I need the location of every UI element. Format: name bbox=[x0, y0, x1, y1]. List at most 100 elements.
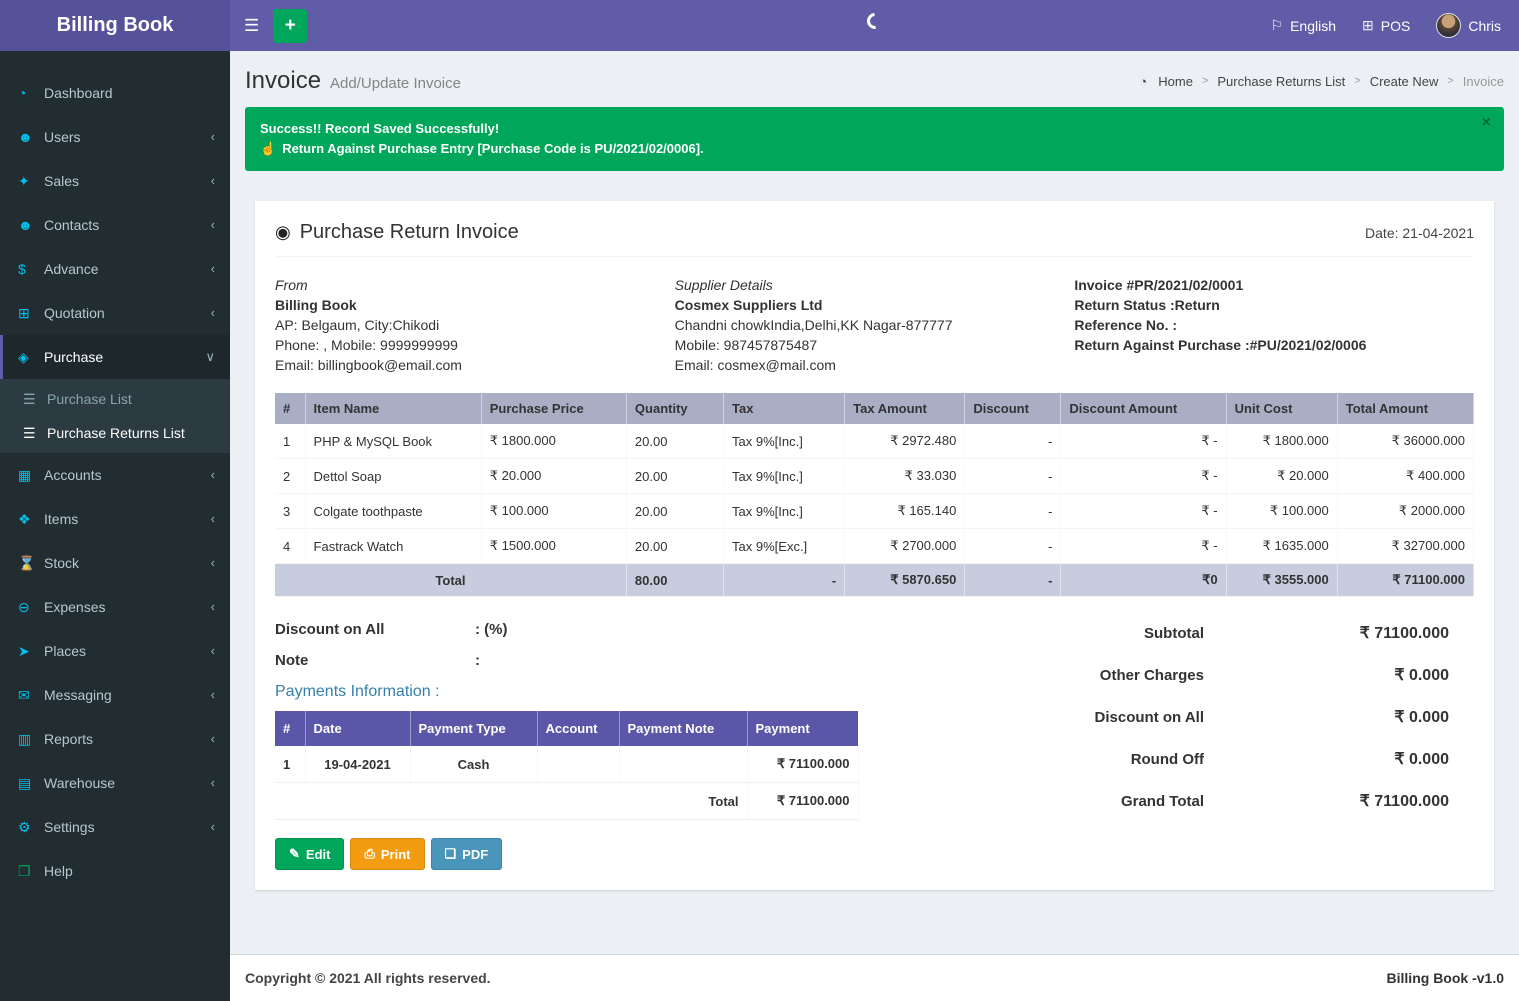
discount-value: ₹ 0.000 bbox=[1204, 707, 1449, 727]
pos-button[interactable]: ⊞ POS bbox=[1362, 17, 1410, 34]
sidebar-item-warehouse[interactable]: ▤ Warehouse ‹ bbox=[0, 761, 230, 805]
subtotal-label: Subtotal bbox=[1012, 625, 1204, 642]
sidebar-item-purchase-list[interactable]: ☰ Purchase List bbox=[0, 382, 230, 416]
table-row: 4 Fastrack Watch ₹ 1500.000 20.00 Tax 9%… bbox=[275, 529, 1474, 564]
sidebar-item-items[interactable]: ❖ Items ‹ bbox=[0, 497, 230, 541]
language-menu[interactable]: ⚐ English bbox=[1271, 17, 1336, 34]
sidebar-item-label: Reports bbox=[44, 729, 93, 749]
chevron-left-icon: ‹ bbox=[211, 171, 215, 191]
quick-add-button[interactable]: + bbox=[273, 9, 307, 43]
supplier-block: Supplier Details Cosmex Suppliers Ltd Ch… bbox=[675, 275, 1075, 375]
cell: ₹ 100.000 bbox=[1226, 494, 1337, 529]
cell: - bbox=[965, 424, 1061, 459]
dashboard-icon: ◔ bbox=[18, 83, 44, 103]
breadcrumb-home[interactable]: Home bbox=[1158, 74, 1193, 89]
user-name: Chris bbox=[1468, 18, 1501, 34]
sidebar-item-advance[interactable]: $ Advance ‹ bbox=[0, 247, 230, 291]
supplier-address: Chandni chowkIndia,Delhi,KK Nagar-877777 bbox=[675, 315, 1075, 335]
sidebar-item-stock[interactable]: ⌛ Stock ‹ bbox=[0, 541, 230, 585]
chevron-left-icon: ‹ bbox=[211, 465, 215, 485]
sidebar-item-label: Purchase bbox=[44, 347, 103, 367]
column-header: Discount bbox=[965, 393, 1061, 424]
cell: ₹ - bbox=[1061, 494, 1226, 529]
column-header: Discount Amount bbox=[1061, 393, 1226, 424]
navbar-right: ⚐ English ⊞ POS Chris bbox=[1271, 13, 1519, 38]
cell: ₹ 2000.000 bbox=[1337, 494, 1473, 529]
sidebar-item-help[interactable]: ❒ Help bbox=[0, 849, 230, 893]
pdf-button[interactable]: ❏ PDF bbox=[431, 838, 503, 870]
cell: 20.00 bbox=[626, 459, 723, 494]
sidebar-item-purchase-returns-list[interactable]: ☰ Purchase Returns List bbox=[0, 416, 230, 450]
sidebar-item-contacts[interactable]: ☻ Contacts ‹ bbox=[0, 203, 230, 247]
cell: Colgate toothpaste bbox=[305, 494, 481, 529]
discount-label: Discount on All bbox=[1012, 709, 1204, 726]
cell: ₹ 36000.000 bbox=[1337, 424, 1473, 459]
chevron-left-icon: ‹ bbox=[211, 641, 215, 661]
cell: Tax 9%[Inc.] bbox=[724, 459, 845, 494]
supplier-phone: Mobile: 987457875487 bbox=[675, 335, 1075, 355]
breadcrumb-purchase-returns-list[interactable]: Purchase Returns List bbox=[1217, 74, 1345, 89]
cell: ₹ 20.000 bbox=[1226, 459, 1337, 494]
content-header: Invoice Add/Update Invoice ◔ Home > Purc… bbox=[230, 51, 1519, 107]
payments-total-row: Total ₹ 71100.000 bbox=[275, 783, 858, 820]
round-off-label: Round Off bbox=[1012, 751, 1204, 768]
sidebar-item-accounts[interactable]: ▦ Accounts ‹ bbox=[0, 453, 230, 497]
globe-icon: ◉ bbox=[275, 222, 291, 243]
cell: ₹ 71100.000 bbox=[747, 746, 858, 783]
subtotal-value: ₹ 71100.000 bbox=[1204, 623, 1449, 643]
round-off-value: ₹ 0.000 bbox=[1204, 749, 1449, 769]
sidebar-item-users[interactable]: ☻ Users ‹ bbox=[0, 115, 230, 159]
sidebar-item-places[interactable]: ➤ Places ‹ bbox=[0, 629, 230, 673]
cell: ₹ 32700.000 bbox=[1337, 529, 1473, 564]
alert-message: ☝ Return Against Purchase Entry [Purchas… bbox=[260, 139, 1489, 159]
building-icon: ▤ bbox=[18, 773, 44, 793]
invoice-date: Date: 21-04-2021 bbox=[1365, 225, 1474, 241]
sidebar-item-expenses[interactable]: ⊖ Expenses ‹ bbox=[0, 585, 230, 629]
page-title-text: Invoice bbox=[245, 67, 321, 95]
cell bbox=[619, 746, 747, 783]
chevron-left-icon: ‹ bbox=[211, 215, 215, 235]
sidebar-item-label: Settings bbox=[44, 817, 95, 837]
sidebar-item-label: Advance bbox=[44, 259, 98, 279]
chevron-left-icon: ‹ bbox=[211, 553, 215, 573]
sidebar-item-reports[interactable]: ▥ Reports ‹ bbox=[0, 717, 230, 761]
sidebar-item-messaging[interactable]: ✉ Messaging ‹ bbox=[0, 673, 230, 717]
table-row: 3 Colgate toothpaste ₹ 100.000 20.00 Tax… bbox=[275, 494, 1474, 529]
sidebar-item-label: Purchase Returns List bbox=[47, 423, 185, 443]
success-alert: Success!! Record Saved Successfully! ☝ R… bbox=[245, 107, 1504, 171]
print-button[interactable]: ⎙ Print bbox=[350, 838, 424, 870]
sidebar-item-label: Places bbox=[44, 641, 86, 661]
sidebar-item-purchase[interactable]: ◈ Purchase ∨ bbox=[0, 335, 230, 379]
cell: ₹ 1800.000 bbox=[481, 424, 626, 459]
sidebar-item-settings[interactable]: ⚙ Settings ‹ bbox=[0, 805, 230, 849]
hourglass-icon: ⌛ bbox=[18, 553, 44, 573]
user-plus-icon: ☻ bbox=[18, 127, 44, 147]
sidebar-item-dashboard[interactable]: ◔ Dashboard bbox=[0, 71, 230, 115]
sidebar-item-label: Sales bbox=[44, 171, 79, 191]
payments-heading: Payments Information : bbox=[275, 683, 1012, 701]
from-email: Email: billingbook@email.com bbox=[275, 355, 675, 375]
brand-logo[interactable]: Billing Book bbox=[0, 0, 230, 51]
cell: 20.00 bbox=[626, 424, 723, 459]
note-value: : bbox=[475, 652, 480, 669]
printer-icon: ⎙ bbox=[364, 846, 374, 862]
loading-spinner-icon bbox=[863, 10, 886, 33]
cell: PHP & MySQL Book bbox=[305, 424, 481, 459]
sidebar-item-sales[interactable]: ✦ Sales ‹ bbox=[0, 159, 230, 203]
sidebar-item-label: Dashboard bbox=[44, 83, 113, 103]
avatar bbox=[1436, 13, 1461, 38]
cell: ₹ 100.000 bbox=[481, 494, 626, 529]
hamburger-icon[interactable]: ☰ bbox=[230, 0, 273, 51]
user-menu[interactable]: Chris bbox=[1436, 13, 1501, 38]
reference-no: Reference No. : bbox=[1074, 315, 1474, 335]
breadcrumb-separator: > bbox=[1202, 75, 1208, 87]
edit-button[interactable]: ✎ Edit bbox=[275, 838, 344, 870]
app-window: Billing Book ☰ + ⚐ English ⊞ POS Chris bbox=[0, 0, 1519, 1001]
close-icon[interactable]: × bbox=[1482, 115, 1491, 131]
chevron-left-icon: ‹ bbox=[211, 817, 215, 837]
table-row: 1 19-04-2021 Cash ₹ 71100.000 bbox=[275, 746, 858, 783]
payments-column: Discount on All : (%) Note : Payments In… bbox=[275, 613, 1012, 870]
invoice-card: ◉ Purchase Return Invoice Date: 21-04-20… bbox=[255, 201, 1494, 890]
breadcrumb-create-new[interactable]: Create New bbox=[1370, 74, 1439, 89]
sidebar-item-quotation[interactable]: ⊞ Quotation ‹ bbox=[0, 291, 230, 335]
